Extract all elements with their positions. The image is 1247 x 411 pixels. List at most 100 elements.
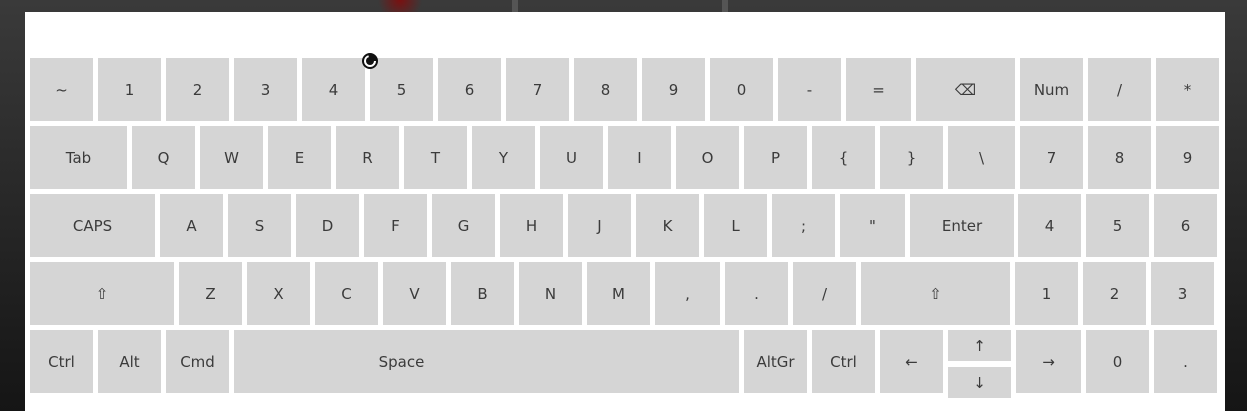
key-label: T (430, 148, 441, 167)
background-detail (722, 0, 728, 12)
key-numpad-8[interactable]: 8 (1088, 126, 1151, 189)
key-num-lock[interactable]: Num (1020, 58, 1083, 121)
key-c[interactable]: C (315, 262, 378, 325)
key-8[interactable]: 8 (574, 58, 637, 121)
key-s[interactable]: S (228, 194, 291, 257)
key-label: " (869, 216, 876, 235)
key-numpad-9[interactable]: 9 (1156, 126, 1219, 189)
key-numpad-5[interactable]: 5 (1086, 194, 1149, 257)
key-5[interactable]: 5 (370, 58, 433, 121)
key-q[interactable]: Q (132, 126, 195, 189)
background-detail (512, 0, 518, 12)
key-label: R (362, 148, 373, 167)
key-j[interactable]: J (568, 194, 631, 257)
key-label: Ctrl (48, 352, 75, 371)
key-l[interactable]: L (704, 194, 767, 257)
key-2[interactable]: 2 (166, 58, 229, 121)
key-caps-lock[interactable]: CAPS (30, 194, 155, 257)
key-cmd[interactable]: Cmd (166, 330, 229, 393)
arrow-left-icon: ← (905, 352, 918, 371)
key-w[interactable]: W (200, 126, 263, 189)
key-label: . (1183, 352, 1188, 371)
arrow-down-icon: ↓ (973, 373, 986, 392)
key-backspace[interactable]: ⌫ (916, 58, 1015, 121)
key-arrow-right[interactable]: → (1016, 330, 1081, 393)
key-numpad-divide[interactable]: / (1088, 58, 1151, 121)
key-minus[interactable]: - (778, 58, 841, 121)
key-f[interactable]: F (364, 194, 427, 257)
key-period[interactable]: . (725, 262, 788, 325)
key-semicolon[interactable]: ; (772, 194, 835, 257)
key-equals[interactable]: = (846, 58, 911, 121)
key-right-brace[interactable]: } (880, 126, 943, 189)
key-numpad-7[interactable]: 7 (1020, 126, 1083, 189)
key-d[interactable]: D (296, 194, 359, 257)
key-label: F (391, 216, 400, 235)
key-0[interactable]: 0 (710, 58, 773, 121)
key-y[interactable]: Y (472, 126, 535, 189)
key-label: = (872, 80, 885, 99)
keyboard-input-bar (25, 12, 1225, 56)
key-altgr[interactable]: AltGr (744, 330, 807, 393)
key-numpad-6[interactable]: 6 (1154, 194, 1217, 257)
key-e[interactable]: E (268, 126, 331, 189)
key-left-shift[interactable]: ⇧ (30, 262, 174, 325)
key-a[interactable]: A (160, 194, 223, 257)
key-slash[interactable]: / (793, 262, 856, 325)
key-o[interactable]: O (676, 126, 739, 189)
key-m[interactable]: M (587, 262, 650, 325)
key-label: Num (1033, 80, 1070, 99)
key-p[interactable]: P (744, 126, 807, 189)
key-3[interactable]: 3 (234, 58, 297, 121)
key-numpad-0[interactable]: 0 (1086, 330, 1149, 393)
key-k[interactable]: K (636, 194, 699, 257)
key-r[interactable]: R (336, 126, 399, 189)
key-z[interactable]: Z (179, 262, 242, 325)
key-label: { (838, 148, 849, 167)
key-7[interactable]: 7 (506, 58, 569, 121)
key-h[interactable]: H (500, 194, 563, 257)
key-arrow-left[interactable]: ← (880, 330, 943, 393)
key-quote[interactable]: " (840, 194, 905, 257)
key-numpad-3[interactable]: 3 (1151, 262, 1214, 325)
key-g[interactable]: G (432, 194, 495, 257)
key-space[interactable]: Space (234, 330, 739, 393)
key-comma[interactable]: , (655, 262, 720, 325)
key-tilde[interactable]: ~ (30, 58, 93, 121)
key-arrow-up[interactable]: ↑ (948, 330, 1011, 361)
key-label: L (731, 216, 740, 235)
key-label: 8 (600, 80, 611, 99)
key-arrow-down[interactable]: ↓ (948, 367, 1011, 398)
key-b[interactable]: B (451, 262, 514, 325)
key-enter[interactable]: Enter (910, 194, 1014, 257)
key-label: 4 (1044, 216, 1055, 235)
key-alt[interactable]: Alt (98, 330, 161, 393)
key-1[interactable]: 1 (98, 58, 161, 121)
key-n[interactable]: N (519, 262, 582, 325)
key-backslash[interactable]: \ (948, 126, 1015, 189)
key-6[interactable]: 6 (438, 58, 501, 121)
key-i[interactable]: I (608, 126, 671, 189)
key-9[interactable]: 9 (642, 58, 705, 121)
key-numpad-multiply[interactable]: * (1156, 58, 1219, 121)
key-right-shift[interactable]: ⇧ (861, 262, 1010, 325)
key-label: M (612, 284, 625, 303)
key-label: * (1183, 80, 1192, 99)
key-numpad-4[interactable]: 4 (1018, 194, 1081, 257)
key-label: K (662, 216, 673, 235)
key-4[interactable]: 4 (302, 58, 365, 121)
key-label: A (186, 216, 197, 235)
key-numpad-decimal[interactable]: . (1154, 330, 1217, 393)
key-numpad-2[interactable]: 2 (1083, 262, 1146, 325)
key-label: 0 (1112, 352, 1123, 371)
key-left-brace[interactable]: { (812, 126, 875, 189)
key-t[interactable]: T (404, 126, 467, 189)
key-label: Alt (119, 352, 140, 371)
key-v[interactable]: V (383, 262, 446, 325)
key-numpad-1[interactable]: 1 (1015, 262, 1078, 325)
key-tab[interactable]: Tab (30, 126, 127, 189)
key-u[interactable]: U (540, 126, 603, 189)
key-x[interactable]: X (247, 262, 310, 325)
key-left-ctrl[interactable]: Ctrl (30, 330, 93, 393)
key-right-ctrl[interactable]: Ctrl (812, 330, 875, 393)
